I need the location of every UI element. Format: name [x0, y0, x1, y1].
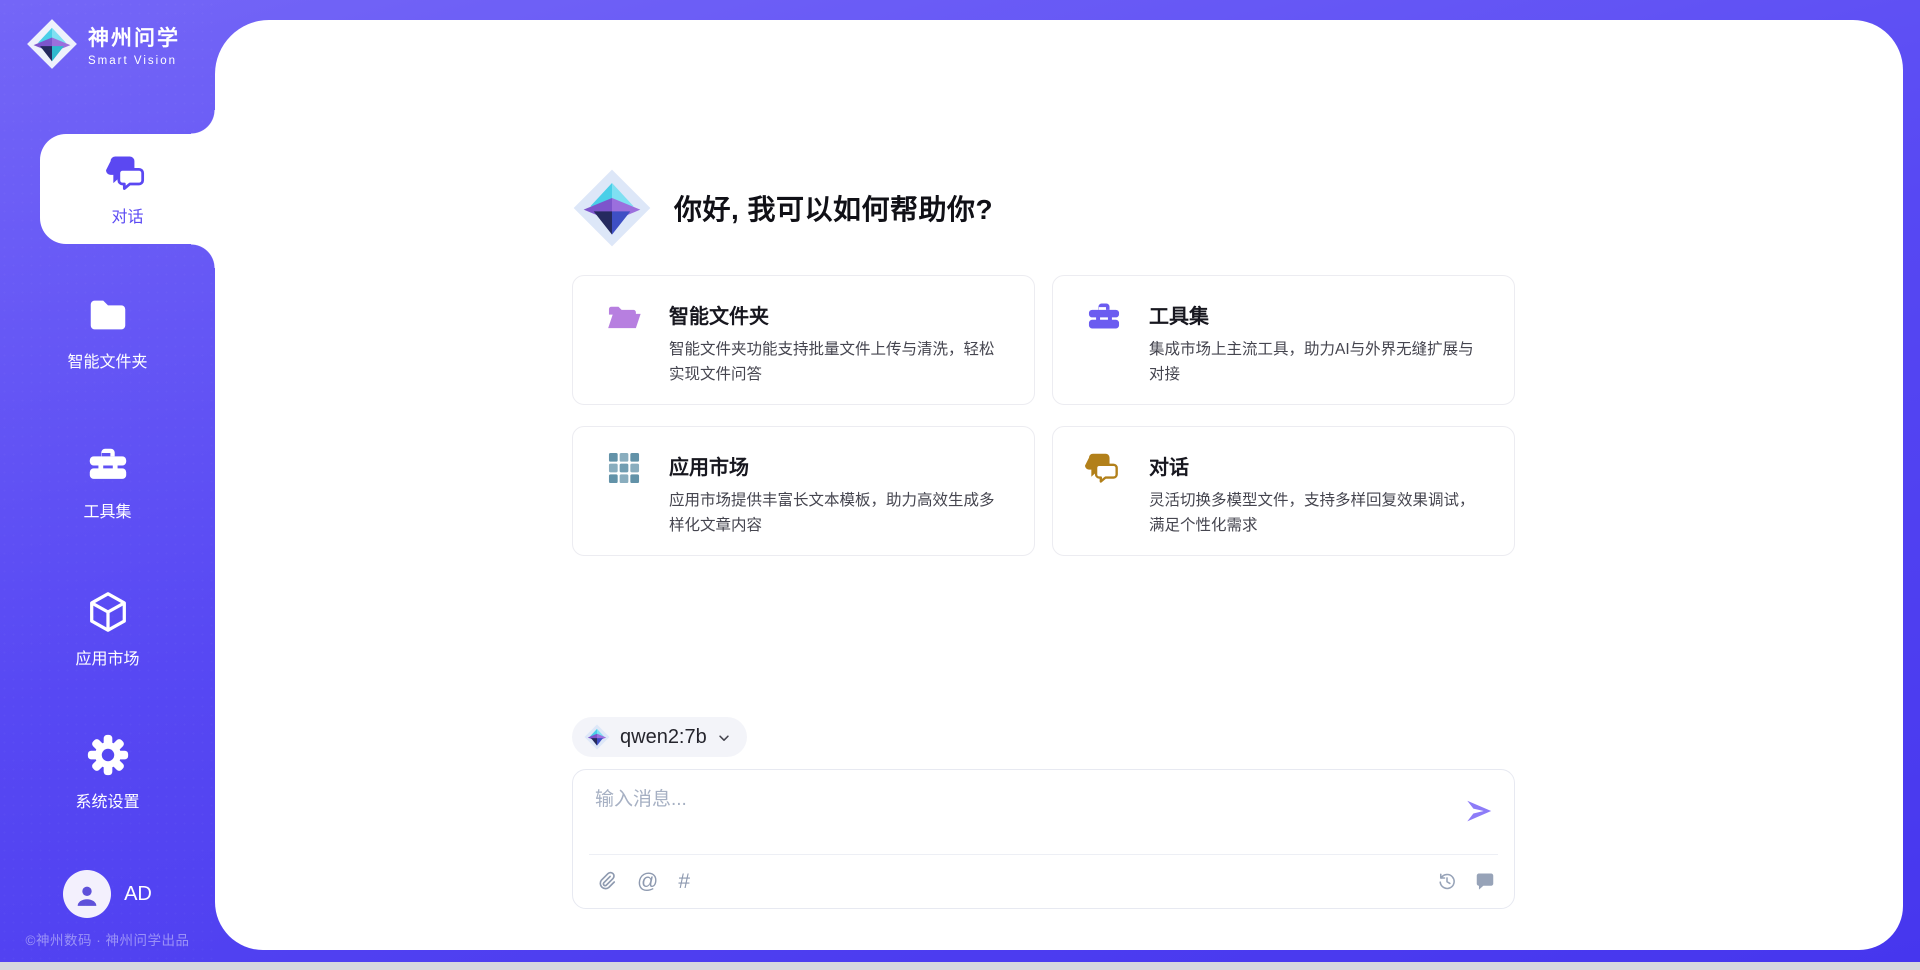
- card-description: 智能文件夹功能支持批量文件上传与清洗，轻松实现文件问答: [669, 338, 1008, 388]
- folder-icon: [85, 292, 131, 338]
- assistant-diamond-logo-icon: [572, 168, 652, 248]
- main-panel: 你好, 我可以如何帮助你? 智能文件夹 智能文件夹功能支持批量文件上传与清洗，轻…: [215, 20, 1903, 950]
- sidebar-item-label: 对话: [111, 203, 143, 227]
- tab-fillet-bottom: [191, 244, 215, 268]
- brand-name: 神州问学: [88, 22, 180, 52]
- chevron-down-icon: [717, 731, 731, 745]
- person-icon: [73, 882, 101, 910]
- composer-tools-right: [1436, 854, 1496, 908]
- card-chat[interactable]: 对话 灵活切换多模型文件，支持多样回复效果调试，满足个性化需求: [1052, 426, 1515, 556]
- sidebar-item-label: 应用市场: [75, 645, 139, 669]
- hashtag-icon[interactable]: #: [678, 871, 690, 892]
- brand-subtitle: Smart Vision: [88, 55, 180, 67]
- sidebar-item-label: 智能文件夹: [67, 348, 147, 372]
- model-diamond-logo-icon: [584, 724, 610, 750]
- feature-cards: 智能文件夹 智能文件夹功能支持批量文件上传与清洗，轻松实现文件问答 工具集 集成…: [572, 275, 1515, 556]
- sidebar-item-chat[interactable]: 对话: [40, 134, 215, 244]
- message-input[interactable]: [595, 784, 1450, 842]
- sidebar-item-app-market[interactable]: 应用市场: [0, 589, 215, 669]
- sidebar-item-smart-folder[interactable]: 智能文件夹: [0, 292, 215, 372]
- cube-icon: [85, 589, 131, 635]
- chat-bubbles-icon: [1085, 449, 1123, 487]
- card-description: 灵活切换多模型文件，支持多样回复效果调试，满足个性化需求: [1149, 489, 1488, 539]
- toolbox-icon: [1085, 298, 1123, 336]
- brand-diamond-logo-icon: [26, 18, 78, 70]
- card-description: 集成市场上主流工具，助力AI与外界无缝扩展与对接: [1149, 338, 1488, 388]
- brand: 神州问学 Smart Vision: [26, 18, 180, 70]
- sidebar-item-toolset[interactable]: 工具集: [0, 442, 215, 522]
- grid-icon: [605, 449, 643, 487]
- user-initials: AD: [124, 883, 152, 906]
- sidebar-item-label: 系统设置: [75, 788, 139, 812]
- greeting-title: 你好, 我可以如何帮助你?: [674, 188, 993, 228]
- sidebar: 神州问学 Smart Vision 对话 智能文件夹: [0, 0, 215, 970]
- model-selector[interactable]: qwen2:7b: [572, 717, 747, 757]
- composer-divider: [589, 854, 1498, 855]
- card-toolset[interactable]: 工具集 集成市场上主流工具，助力AI与外界无缝扩展与对接: [1052, 275, 1515, 405]
- chat-bubbles-icon: [106, 151, 150, 195]
- toolbox-icon: [85, 442, 131, 488]
- card-title: 智能文件夹: [669, 300, 1008, 329]
- card-title: 工具集: [1149, 300, 1488, 329]
- sidebar-item-label: 工具集: [83, 498, 131, 522]
- card-smart-folder[interactable]: 智能文件夹 智能文件夹功能支持批量文件上传与清洗，轻松实现文件问答: [572, 275, 1035, 405]
- user-account[interactable]: AD: [0, 870, 215, 918]
- window-bottom-edge: [0, 962, 1920, 970]
- composer-tools-left: @ #: [595, 854, 690, 908]
- history-icon[interactable]: [1436, 870, 1458, 892]
- folder-open-icon: [605, 298, 643, 336]
- sidebar-item-settings[interactable]: 系统设置: [0, 732, 215, 812]
- card-app-market[interactable]: 应用市场 应用市场提供丰富长文本模板，助力高效生成多样化文章内容: [572, 426, 1035, 556]
- card-description: 应用市场提供丰富长文本模板，助力高效生成多样化文章内容: [669, 489, 1008, 539]
- card-title: 对话: [1149, 451, 1488, 480]
- message-composer: @ #: [572, 769, 1515, 909]
- chat-bubble-icon[interactable]: [1474, 870, 1496, 892]
- avatar: [63, 870, 111, 918]
- tab-fillet-top: [191, 110, 215, 134]
- mention-icon[interactable]: @: [637, 871, 658, 892]
- gear-icon: [85, 732, 131, 778]
- card-title: 应用市场: [669, 451, 1008, 480]
- greeting-block: 你好, 我可以如何帮助你?: [572, 168, 993, 248]
- model-name: qwen2:7b: [620, 726, 707, 749]
- sidebar-footer-credit: ©神州数码 · 神州问学出品: [0, 929, 215, 949]
- send-icon[interactable]: [1464, 796, 1494, 826]
- attachment-icon[interactable]: [595, 870, 617, 892]
